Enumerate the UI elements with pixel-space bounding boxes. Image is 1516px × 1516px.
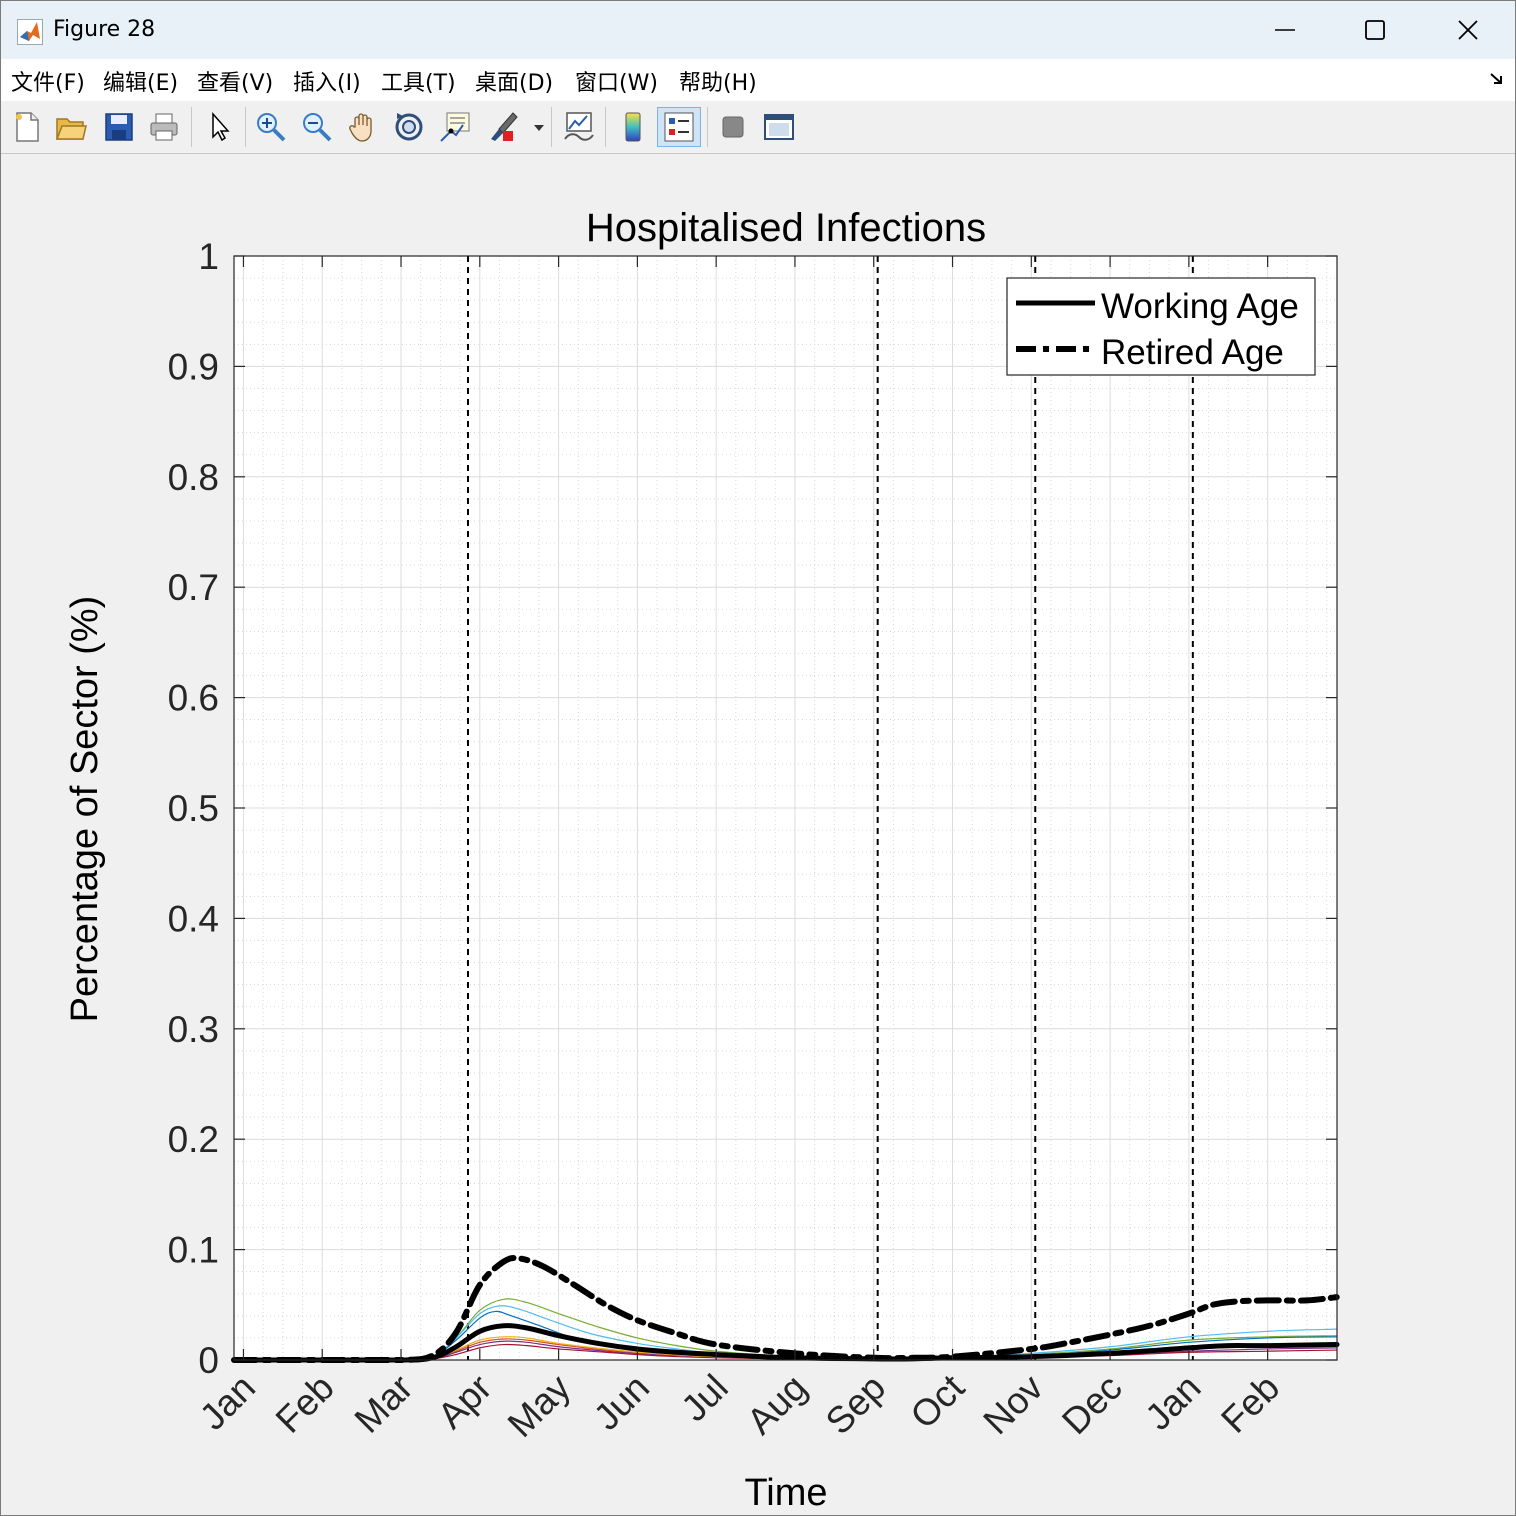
- legend-button[interactable]: [657, 107, 701, 147]
- x-tick-labels: Jan Feb Mar Apr May Jun Jul Aug Sep Oct Nov Dec Jan F…: [192, 1366, 1287, 1445]
- zoom-in-icon[interactable]: [253, 109, 289, 145]
- minimize-icon: [1275, 29, 1295, 31]
- y-tick-label: 0: [198, 1340, 219, 1381]
- menu-help[interactable]: 帮助(H): [679, 65, 757, 97]
- colorbar-icon[interactable]: [615, 109, 651, 145]
- menu-file[interactable]: 文件(F): [11, 65, 85, 97]
- pan-hand-icon[interactable]: [345, 109, 381, 145]
- x-tick-label: May: [500, 1366, 579, 1445]
- y-tick-label: 0.1: [168, 1230, 219, 1271]
- x-tick-label: Feb: [268, 1367, 342, 1441]
- rotate-3d-icon[interactable]: [391, 109, 427, 145]
- y-tick-label: 0.6: [168, 678, 219, 719]
- brush-icon[interactable]: [485, 109, 521, 145]
- dock-arrow-icon[interactable]: [1489, 71, 1505, 87]
- figure-canvas: 00.10.20.30.40.50.60.70.80.91 Jan Feb Mar A…: [64, 206, 1340, 1514]
- x-tick-label: Aug: [739, 1367, 815, 1443]
- x-tick-label: Apr: [430, 1367, 500, 1437]
- toolbar: [1, 101, 1515, 154]
- close-icon: [1458, 20, 1478, 40]
- y-tick-label: 0.9: [168, 346, 219, 387]
- menu-edit[interactable]: 编辑(E): [103, 65, 178, 97]
- legend-label-working-age: Working Age: [1101, 287, 1299, 326]
- y-tick-label: 0.8: [168, 457, 219, 498]
- close-button[interactable]: [1438, 7, 1498, 53]
- data-cursor-icon[interactable]: [437, 109, 473, 145]
- toolbar-separator: [605, 107, 606, 147]
- x-tick-label: Sep: [818, 1367, 894, 1443]
- print-icon[interactable]: [146, 109, 182, 145]
- menu-bar: 文件(F) 编辑(E) 查看(V) 插入(I) 工具(T) 桌面(D) 窗口(W…: [1, 59, 1515, 102]
- x-tick-label: Feb: [1213, 1367, 1287, 1441]
- chart-title: Hospitalised Infections: [586, 206, 986, 250]
- brush-dropdown-icon[interactable]: [533, 123, 545, 133]
- maximize-button[interactable]: [1345, 7, 1405, 53]
- menu-desktop[interactable]: 桌面(D): [475, 65, 553, 97]
- menu-window[interactable]: 窗口(W): [575, 65, 658, 97]
- menu-insert[interactable]: 插入(I): [293, 65, 361, 97]
- legend-label-retired-age: Retired Age: [1101, 333, 1284, 372]
- x-tick-label: Oct: [902, 1366, 972, 1436]
- y-axis-label: Percentage of Sector (%): [64, 596, 106, 1023]
- new-figure-icon[interactable]: [9, 109, 45, 145]
- zoom-out-icon[interactable]: [299, 109, 335, 145]
- title-bar: Figure 28: [1, 1, 1515, 59]
- x-tick-label: Jan: [1137, 1367, 1208, 1438]
- minimize-button[interactable]: [1255, 7, 1315, 53]
- show-plot-tools-icon[interactable]: [761, 109, 797, 145]
- x-tick-label: Jul: [673, 1367, 735, 1429]
- save-icon[interactable]: [101, 109, 137, 145]
- toolbar-separator: [707, 107, 708, 147]
- y-tick-label: 1: [198, 236, 219, 277]
- maximize-icon: [1365, 20, 1385, 40]
- y-tick-labels: 0 0.1 0.2 0.3 0.4 0.5 0.6 0.7 0.8 0.9 1: [168, 236, 219, 1381]
- hide-plot-tools-icon[interactable]: [715, 109, 751, 145]
- figure-window: Figure 28 文件(F) 编辑(E) 查看(V) 插入(I) 工具(T) …: [0, 0, 1516, 1516]
- menu-tools[interactable]: 工具(T): [381, 65, 456, 97]
- x-tick-label: Dec: [1054, 1367, 1130, 1443]
- toolbar-separator: [245, 107, 246, 147]
- legend-icon: [664, 112, 694, 142]
- y-tick-label: 0.3: [168, 1009, 219, 1050]
- menu-view[interactable]: 查看(V): [197, 65, 273, 97]
- open-file-icon[interactable]: [53, 109, 89, 145]
- legend[interactable]: Working Age Retired Age: [1006, 277, 1316, 376]
- window-title: Figure 28: [53, 17, 156, 42]
- link-plot-icon[interactable]: [561, 109, 597, 145]
- toolbar-separator: [191, 107, 192, 147]
- pointer-icon[interactable]: [201, 109, 237, 145]
- y-tick-label: 0.5: [168, 788, 219, 829]
- x-tick-label: Mar: [347, 1367, 421, 1441]
- y-tick-label: 0.2: [168, 1119, 219, 1160]
- x-tick-label: Jun: [586, 1367, 657, 1438]
- matlab-logo-icon: [17, 19, 43, 45]
- y-tick-label: 0.7: [168, 567, 219, 608]
- x-axis-label: Time: [744, 1472, 827, 1514]
- toolbar-separator: [551, 107, 552, 147]
- y-tick-label: 0.4: [168, 898, 219, 939]
- x-tick-label: Nov: [975, 1366, 1051, 1442]
